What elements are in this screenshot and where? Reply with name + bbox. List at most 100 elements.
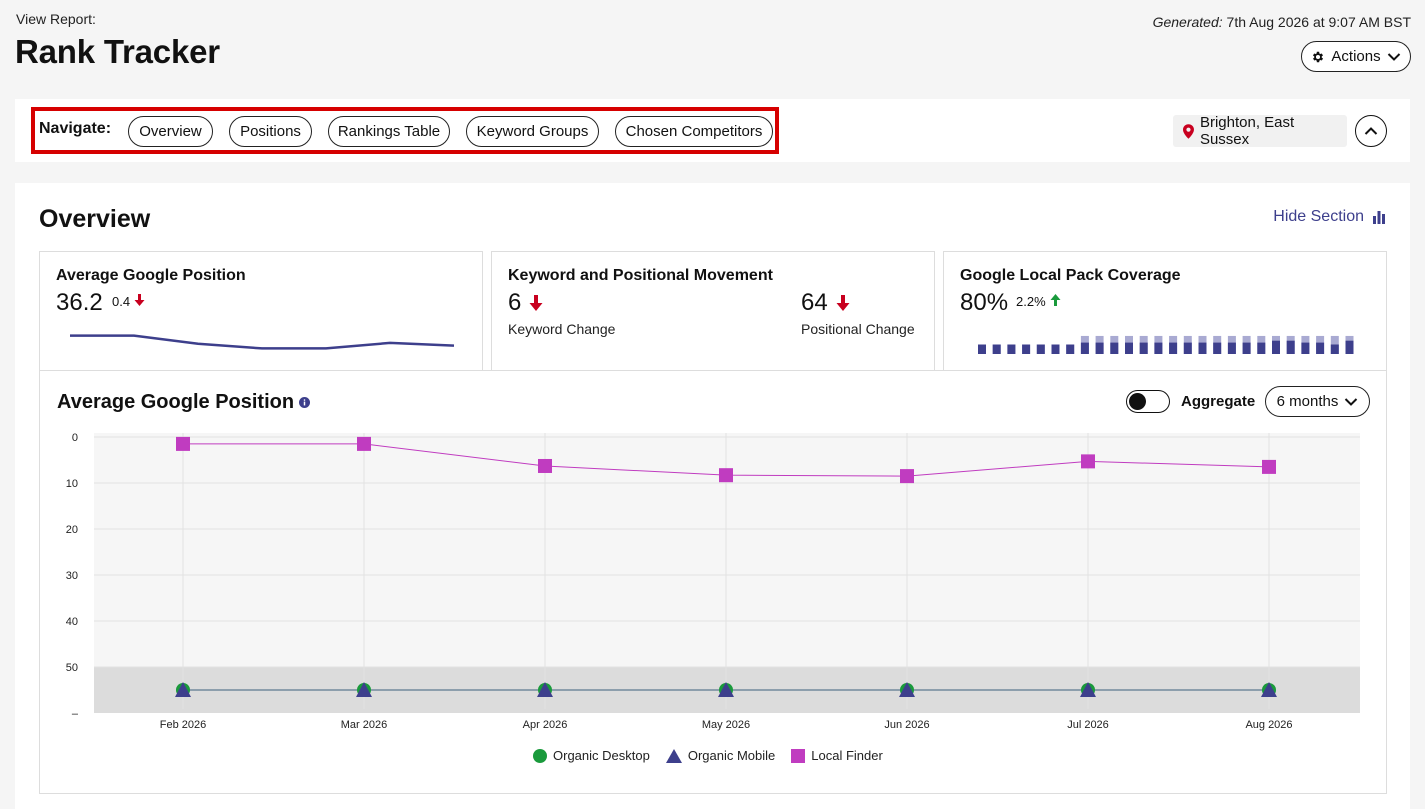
- nav-pill-positions[interactable]: Positions: [229, 116, 312, 147]
- y-tick-label: 50: [66, 662, 78, 674]
- coverage-bar-filled: [1095, 342, 1104, 354]
- positional-change-value: 64: [801, 289, 828, 316]
- tab-average-google-position[interactable]: Average Google Position 36.2 0.4: [39, 251, 483, 372]
- tab-google-local-pack-coverage[interactable]: Google Local Pack Coverage 80% 2.2%: [943, 251, 1387, 371]
- x-tick-label: Jun 2026: [884, 719, 929, 731]
- location-label: Brighton, East Sussex: [1199, 114, 1295, 148]
- tab-keyword-positional-movement[interactable]: Keyword and Positional Movement 6 Keywor…: [491, 251, 935, 371]
- coverage-bar-filled: [1066, 344, 1075, 354]
- nav-pill-rankings-table[interactable]: Rankings Table: [328, 116, 450, 147]
- legend-item-organic-mobile[interactable]: Organic Mobile: [665, 748, 776, 763]
- coverage-bar-filled: [1257, 342, 1266, 354]
- legend-item-organic-desktop[interactable]: Organic Desktop: [533, 748, 650, 763]
- y-tick-label: –: [72, 708, 79, 720]
- coverage-bar-filled: [1007, 344, 1016, 354]
- view-report-label: View Report:: [16, 11, 96, 27]
- chart-legend: Organic Desktop Organic Mobile Local Fin…: [533, 748, 883, 763]
- data-point-square: [176, 436, 190, 451]
- arrow-down-icon: [529, 295, 543, 311]
- coverage-bar-filled: [992, 344, 1001, 354]
- coverage-bar-filled: [1051, 344, 1060, 354]
- coverage-bar-filled: [1198, 342, 1207, 354]
- coverage-bar-filled: [1345, 340, 1354, 354]
- sparkline-line: [70, 334, 455, 350]
- coverage-bar-filled: [1022, 344, 1031, 354]
- keyword-change-label: Keyword Change: [508, 321, 616, 337]
- data-point-square: [1081, 454, 1095, 469]
- card-title: Google Local Pack Coverage: [960, 267, 1181, 284]
- positional-change-label: Positional Change: [801, 321, 915, 337]
- circle-marker-icon: [533, 748, 547, 763]
- chevron-down-icon: [1387, 52, 1400, 61]
- coverage-bar-filled: [1330, 344, 1339, 354]
- x-tick-label: Apr 2026: [523, 719, 568, 731]
- local-pack-value: 80%: [960, 289, 1009, 316]
- generated-timestamp: Generated: 7th Aug 2026 at 9:07 AM BST: [1153, 14, 1411, 30]
- local-pack-change: 2.2%: [1016, 294, 1046, 309]
- coverage-bar-filled: [1242, 342, 1251, 354]
- coverage-bar-filled: [1227, 342, 1236, 354]
- section-title: Overview: [39, 205, 151, 233]
- arrow-down-icon: [836, 295, 850, 311]
- nav-pill-keyword-groups[interactable]: Keyword Groups: [466, 116, 599, 147]
- location-badge[interactable]: Brighton, East Sussex: [1173, 114, 1347, 148]
- coverage-bar-chart: [978, 335, 1354, 354]
- overview-section: Overview Hide Section Average Google Pos…: [15, 183, 1410, 809]
- triangle-marker-icon: [665, 748, 682, 763]
- legend-label: Organic Desktop: [553, 748, 650, 763]
- data-point-square: [719, 468, 733, 483]
- x-tick-label: Feb 2026: [160, 719, 206, 731]
- coverage-bar-filled: [1080, 342, 1089, 354]
- x-tick-label: May 2026: [702, 719, 750, 731]
- coverage-bar-filled: [1183, 342, 1192, 354]
- arrow-up-icon: [1050, 294, 1061, 306]
- coverage-bar-filled: [1213, 342, 1222, 354]
- sparkline-chart: [70, 334, 455, 350]
- coverage-bar-filled: [1110, 342, 1119, 354]
- coverage-bar-filled: [1169, 342, 1178, 354]
- coverage-bar-filled: [1154, 342, 1163, 354]
- x-tick-label: Jul 2026: [1067, 719, 1109, 731]
- gear-icon: [1313, 51, 1324, 62]
- avg-position-change: 0.4: [112, 294, 131, 309]
- generated-value: 7th Aug 2026 at 9:07 AM BST: [1226, 14, 1411, 30]
- coverage-bar-filled: [1125, 342, 1133, 354]
- card-title: Average Google Position: [56, 267, 246, 284]
- nav-pill-chosen-competitors[interactable]: Chosen Competitors: [615, 116, 773, 147]
- data-point-square: [538, 458, 552, 473]
- legend-label: Organic Mobile: [687, 748, 776, 763]
- coverage-bar-filled: [1272, 340, 1280, 354]
- page-title: Rank Tracker: [15, 33, 220, 70]
- data-point-square: [357, 436, 371, 451]
- navigate-label: Navigate:: [39, 120, 112, 137]
- actions-button[interactable]: Actions: [1301, 41, 1411, 72]
- x-tick-label: Mar 2026: [341, 719, 387, 731]
- collapse-button[interactable]: [1355, 115, 1387, 147]
- x-tick-label: Aug 2026: [1245, 719, 1292, 731]
- y-tick-label: 40: [66, 616, 78, 628]
- legend-label: Local Finder: [811, 748, 883, 763]
- legend-item-local-finder[interactable]: Local Finder: [791, 748, 883, 763]
- actions-label: Actions: [1331, 48, 1381, 65]
- nav-pill-overview[interactable]: Overview: [128, 116, 213, 147]
- average-position-chart: 0 10 20 30 40 50 – Feb 2026 Mar 2026 Apr 2026 May …: [66, 432, 1360, 731]
- coverage-bar-filled: [1036, 344, 1045, 354]
- avg-position-value: 36.2: [56, 289, 103, 316]
- coverage-bar-filled: [1286, 340, 1295, 354]
- keyword-change-value: 6: [508, 289, 522, 316]
- y-tick-label: 0: [72, 432, 78, 444]
- data-point-square: [900, 469, 914, 484]
- y-tick-label: 30: [66, 570, 78, 582]
- bar-chart-icon: [1373, 211, 1385, 224]
- coverage-bar-filled: [1139, 342, 1148, 354]
- data-point-square: [1262, 459, 1276, 474]
- coverage-bar-filled: [1316, 342, 1325, 354]
- square-marker-icon: [791, 748, 806, 763]
- y-tick-label: 20: [66, 524, 78, 536]
- map-pin-icon: [1183, 123, 1194, 139]
- coverage-bar-filled: [978, 344, 986, 354]
- hide-section-label: Hide Section: [1273, 208, 1364, 225]
- arrow-down-icon: [134, 294, 145, 306]
- card-title: Keyword and Positional Movement: [508, 267, 773, 284]
- hide-section-link[interactable]: Hide Section: [1273, 208, 1386, 226]
